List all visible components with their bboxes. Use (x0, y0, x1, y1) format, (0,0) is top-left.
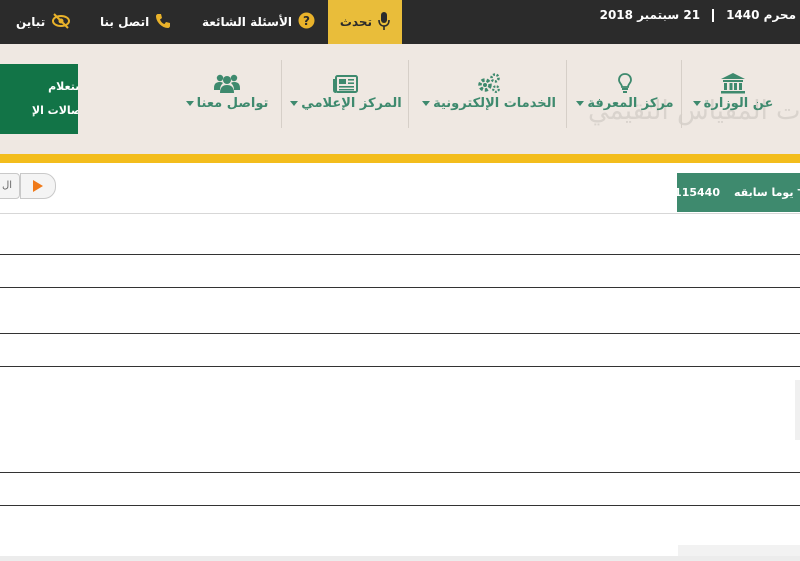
content-top-rule (0, 213, 800, 214)
chevron-down-icon (692, 101, 701, 106)
speak-label: تحدث (339, 15, 373, 29)
microphone-icon (378, 11, 390, 34)
faq-link[interactable]: الأسئلة الشائعة ? (202, 0, 315, 44)
play-icon (33, 180, 43, 192)
gregorian-date: 21 سبتمبر 2018 (599, 8, 701, 22)
lightbulb-icon (617, 70, 633, 94)
svg-text:?: ? (303, 14, 310, 28)
content-divider (0, 472, 800, 473)
nav-label-about-ministry: عن الوزارة (703, 96, 774, 111)
institution-icon (720, 70, 746, 94)
content-divider (0, 366, 800, 367)
nav-item-media-center[interactable]: المركز الإعلامي (290, 70, 402, 118)
contrast-toggle[interactable]: تباين (16, 0, 71, 44)
hijri-date: محرم 1440 (726, 8, 796, 22)
side-scroll-edge (795, 380, 800, 440)
nav-item-knowledge-center[interactable]: مركز المعرفة (576, 70, 674, 118)
promo-line-1: الاستعلام (48, 80, 78, 93)
breadcrumb-label: ال (1, 180, 13, 191)
nav-item-e-services[interactable]: الخدمات الإلكترونية (422, 70, 556, 118)
chevron-down-icon (422, 101, 431, 106)
newspaper-icon (333, 70, 359, 94)
nav-divider (281, 60, 282, 128)
play-audio-button[interactable] (20, 173, 56, 199)
horizontal-scrollbar[interactable] (0, 556, 800, 561)
date-separator (712, 8, 715, 22)
contact-us-link[interactable]: اتصل بنا (100, 0, 171, 44)
nav-divider (681, 60, 682, 128)
nav-label-e-services: الخدمات الإلكترونية (433, 96, 556, 111)
promo-box[interactable]: الاستعلام الاتصالات الإ (0, 64, 78, 134)
chevron-down-icon (185, 101, 194, 106)
chevron-down-icon (290, 101, 299, 106)
counter-value: 115440 (677, 186, 720, 199)
contrast-label: تباين (16, 15, 46, 29)
accent-divider (0, 154, 800, 163)
top-bar: تباين اتصل بنا الأسئلة الشائعة ? تحدث مح… (0, 0, 800, 44)
eye-slash-icon (51, 12, 71, 32)
content-divider (0, 333, 800, 334)
date-display: محرم 1440 21 سبتمبر 2018 (600, 6, 796, 24)
contact-us-label: اتصل بنا (100, 15, 150, 29)
speak-button[interactable]: تحدث (328, 0, 402, 44)
nav-label-contact-us: تواصل معنا (196, 96, 269, 111)
nav-divider (566, 60, 567, 128)
counter-label: ٦ يوما سابقه (733, 186, 800, 199)
content-divider (0, 287, 800, 288)
nav-item-contact-us[interactable]: تواصل معنا (185, 70, 269, 118)
main-navigation: بانات المقياس التقيمي الاستعلام الاتصالا… (0, 44, 800, 154)
breadcrumb-item-home[interactable]: ال (0, 173, 20, 199)
gears-icon (476, 70, 502, 94)
nav-label-knowledge-center: مركز المعرفة (587, 96, 674, 111)
nav-divider (408, 60, 409, 128)
visitor-counter: ٦ يوما سابقه 115440 (677, 173, 800, 212)
question-circle-icon: ? (298, 12, 315, 32)
users-icon (213, 70, 241, 94)
phone-icon (155, 13, 171, 32)
nav-label-media-center: المركز الإعلامي (301, 96, 402, 111)
faq-label: الأسئلة الشائعة (202, 15, 292, 29)
nav-item-about-ministry[interactable]: عن الوزارة (692, 70, 773, 118)
content-divider (0, 505, 800, 506)
chevron-down-icon (576, 101, 585, 106)
promo-line-2: الاتصالات الإ (31, 104, 78, 117)
content-divider (0, 254, 800, 255)
breadcrumb-row: ال ٦ يوما سابقه 115440 (0, 163, 800, 213)
